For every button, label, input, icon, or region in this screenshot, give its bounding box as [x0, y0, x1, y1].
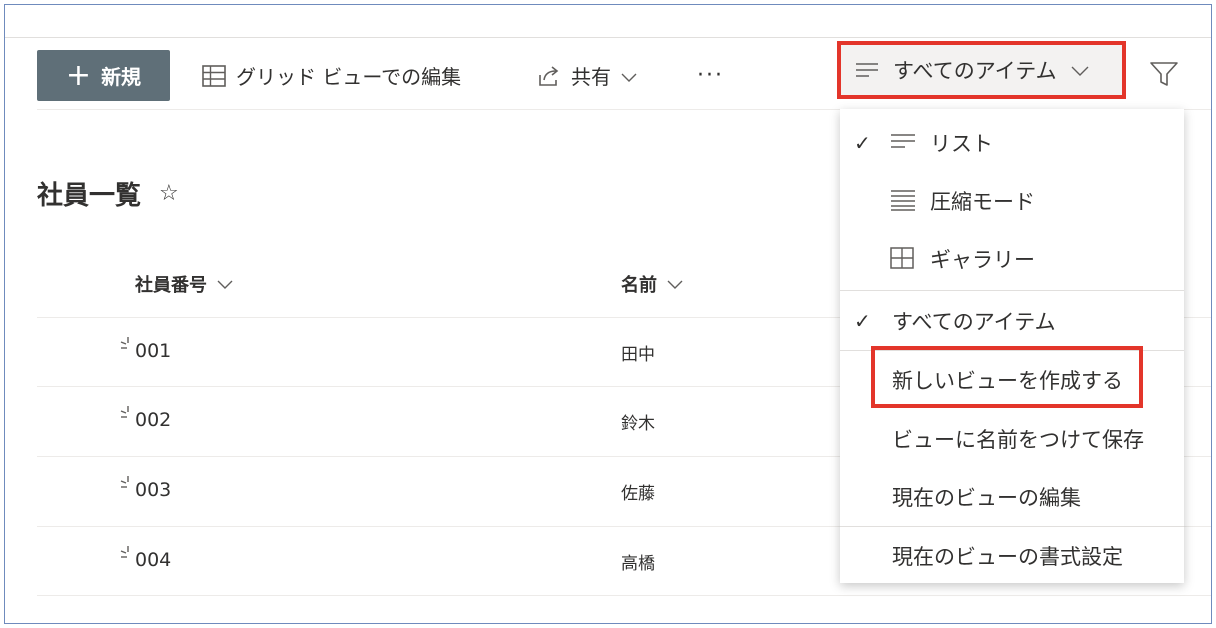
gallery-grid-icon: [890, 247, 914, 269]
more-options-button[interactable]: ···: [697, 50, 724, 101]
list-lines-icon: [890, 133, 916, 149]
highlight-box: [871, 346, 1143, 408]
new-item-sparkle-icon: [119, 336, 133, 350]
star-icon[interactable]: ☆: [159, 181, 179, 206]
chevron-down-icon: [1071, 58, 1089, 82]
view-selector-dropdown[interactable]: すべてのアイテム: [837, 41, 1126, 99]
menu-item-format-current-view[interactable]: 現在のビューの書式設定: [840, 528, 1184, 584]
new-item-sparkle-icon: [119, 405, 133, 419]
cell-employee-id: 004: [119, 545, 171, 571]
share-button[interactable]: 共有: [537, 50, 637, 101]
list-bottom-divider: [37, 595, 1211, 596]
filter-icon[interactable]: [1149, 60, 1179, 92]
plus-icon: +: [65, 57, 92, 93]
menu-divider: [840, 290, 1184, 291]
new-item-sparkle-icon: [119, 545, 133, 559]
grid-view-edit-button[interactable]: グリッド ビューでの編集: [202, 50, 461, 101]
chevron-down-icon: [621, 64, 637, 88]
cell-employee-id: 001: [119, 336, 171, 362]
share-icon: [537, 65, 561, 87]
cell-name: 佐藤: [621, 484, 655, 504]
check-icon: ✓: [854, 309, 871, 333]
column-header-employee-id-label: 社員番号: [135, 275, 207, 296]
app-frame: + 新規 グリッド ビューでの編集 共有 ··· すべてのアイテム 社員一覧 ☆…: [4, 4, 1212, 624]
column-header-name-label: 名前: [621, 275, 657, 296]
menu-item-save-view-as[interactable]: ビューに名前をつけて保存: [840, 411, 1184, 467]
view-dropdown-menu: ✓ リスト 圧縮モード ギャラリー ✓ すべてのアイテム 新しいビューを作成する: [840, 109, 1184, 583]
command-bar: + 新規 グリッド ビューでの編集 共有 ··· すべてのアイテム: [5, 38, 1211, 108]
menu-item-layout-list[interactable]: ✓ リスト: [840, 115, 1184, 171]
cell-name: 鈴木: [621, 414, 655, 434]
more-options-label: ···: [697, 63, 724, 88]
chevron-down-icon: [667, 274, 683, 295]
new-item-label: 新規: [101, 65, 142, 89]
check-icon: ✓: [854, 131, 871, 155]
list-title-text: 社員一覧: [37, 181, 142, 211]
cell-name: 田中: [621, 345, 655, 365]
view-selector-label: すべてのアイテム: [893, 59, 1057, 83]
new-item-button[interactable]: + 新規: [37, 50, 170, 101]
cell-employee-id: 003: [119, 475, 171, 501]
menu-item-layout-compact[interactable]: 圧縮モード: [840, 173, 1184, 229]
menu-item-edit-current-view[interactable]: 現在のビューの編集: [840, 469, 1184, 525]
menu-divider: [840, 526, 1184, 527]
column-header-name[interactable]: 名前: [621, 271, 683, 297]
share-label: 共有: [571, 65, 611, 89]
menu-item-view-all-items[interactable]: ✓ すべてのアイテム: [840, 293, 1184, 349]
menu-item-layout-gallery[interactable]: ギャラリー: [840, 231, 1184, 287]
new-item-sparkle-icon: [119, 475, 133, 489]
chevron-down-icon: [217, 274, 233, 295]
grid-view-edit-label: グリッド ビューでの編集: [236, 65, 462, 89]
page-title: 社員一覧 ☆: [37, 175, 179, 212]
table-grid-icon: [202, 64, 226, 87]
cell-employee-id: 002: [119, 405, 171, 431]
column-header-employee-id[interactable]: 社員番号: [135, 271, 233, 297]
list-lines-icon: [855, 62, 879, 78]
cell-name: 高橋: [621, 554, 655, 574]
compact-list-icon: [890, 189, 916, 211]
